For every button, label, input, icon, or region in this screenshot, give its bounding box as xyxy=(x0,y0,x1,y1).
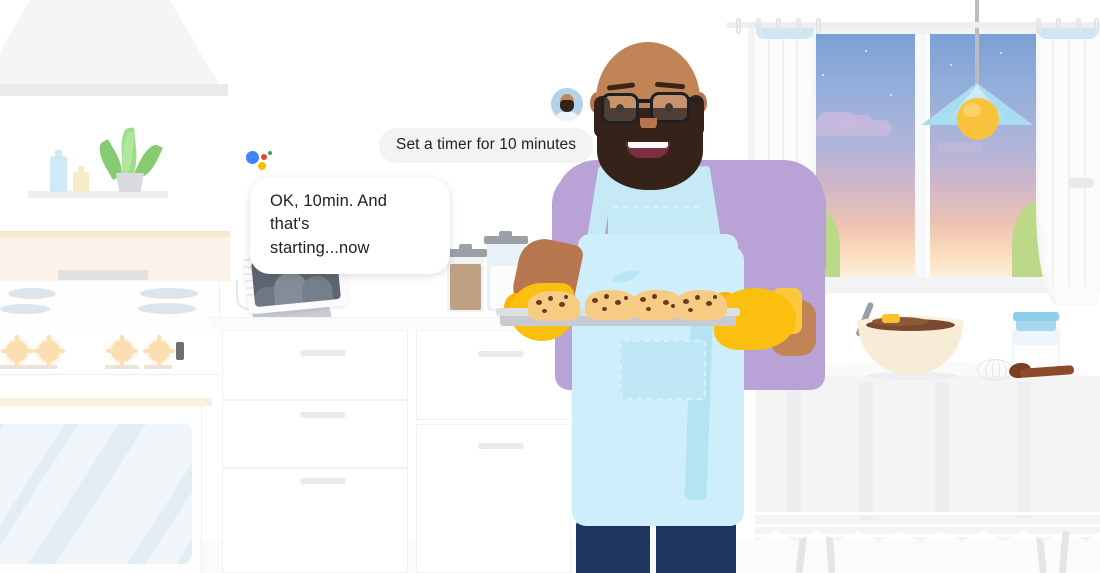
tablecloth xyxy=(755,376,1100,542)
pendant-lamp-cord xyxy=(975,0,979,85)
oven-trim xyxy=(0,398,212,406)
curtain-ring xyxy=(1036,18,1041,34)
assistant-dot-blue xyxy=(246,151,259,164)
canister-lid[interactable] xyxy=(484,236,528,244)
kitchen-shelf xyxy=(28,191,168,198)
stove-display-slot xyxy=(176,342,184,360)
stove-knob-label xyxy=(0,365,34,369)
canister-knob[interactable] xyxy=(499,231,512,237)
avatar-eye-left xyxy=(563,100,565,102)
yellow-jar-neck xyxy=(78,166,84,173)
stove-knob-label xyxy=(105,365,139,369)
butter-icon xyxy=(882,314,900,323)
cookie xyxy=(585,290,637,320)
person-moustache xyxy=(620,128,676,142)
curtain-ring xyxy=(756,18,761,34)
apron-stitching xyxy=(613,206,699,208)
cookie xyxy=(675,290,727,320)
pendant-lamp-highlight xyxy=(963,103,981,117)
canister-brown-sugar-contents xyxy=(450,264,481,310)
blue-bottle-icon xyxy=(50,156,67,192)
glasses-bridge xyxy=(638,99,651,103)
google-assistant-dots-icon xyxy=(246,149,274,171)
person-pants-right xyxy=(656,520,736,573)
curtain-rod xyxy=(726,22,1100,28)
cabinet-drawer[interactable] xyxy=(222,330,408,400)
window-mullion xyxy=(915,34,927,277)
assistant-dot-yellow xyxy=(258,162,266,170)
avatar[interactable] xyxy=(551,88,583,120)
apron-pocket xyxy=(620,340,706,400)
stove-burner xyxy=(0,304,50,314)
stove-knob[interactable] xyxy=(143,335,175,367)
avatar-eye-right xyxy=(569,100,571,102)
cookie-dough-highlight xyxy=(872,317,928,326)
stove-knob[interactable] xyxy=(106,335,138,367)
assistant-dot-green xyxy=(268,151,272,155)
stove-vent xyxy=(58,270,148,280)
cabinet-handle[interactable] xyxy=(300,478,346,484)
person-pants-left xyxy=(576,520,650,573)
avatar-beard xyxy=(560,100,574,112)
stove-knob[interactable] xyxy=(1,335,33,367)
yellow-jar-icon xyxy=(73,172,89,192)
cabinet-drawer[interactable] xyxy=(222,400,408,468)
curtain-tieback-right[interactable] xyxy=(1068,178,1094,188)
assistant-message-line-2: starting...now xyxy=(270,238,370,257)
curtain-ring xyxy=(1056,18,1061,34)
blue-bottle-neck xyxy=(55,150,62,158)
milk-jar-lid[interactable] xyxy=(1013,312,1059,321)
glasses-lens-left xyxy=(601,93,639,124)
illustration-canvas: Set a timer for 10 minutes OK, 10min. An… xyxy=(0,0,1100,573)
canister-knob[interactable] xyxy=(459,244,472,250)
curtain-ring xyxy=(776,18,781,34)
cabinet-door[interactable] xyxy=(416,330,571,420)
user-message-bubble[interactable]: Set a timer for 10 minutes xyxy=(379,128,594,163)
cookie xyxy=(528,291,580,321)
curtain-ring xyxy=(1076,18,1081,34)
cabinet-handle[interactable] xyxy=(478,351,524,357)
avatar-body xyxy=(555,112,579,120)
assistant-message-line-1: OK, 10min. And that's xyxy=(270,192,387,234)
stove-burner xyxy=(140,288,198,299)
stove-knob-label xyxy=(144,365,172,369)
stove-knob-label xyxy=(33,365,57,369)
stove-burner xyxy=(138,303,196,314)
oven-door-window[interactable] xyxy=(0,424,192,564)
curtain-ring xyxy=(816,18,821,34)
cabinet-handle[interactable] xyxy=(300,350,346,356)
canister-lid[interactable] xyxy=(444,249,487,257)
assistant-message-bubble[interactable]: OK, 10min. And that's starting...now xyxy=(250,178,450,275)
cabinet-handle[interactable] xyxy=(478,443,524,449)
curtain-ring xyxy=(736,18,741,34)
assistant-dot-red xyxy=(261,154,267,160)
cabinet-handle[interactable] xyxy=(300,412,346,418)
curtain-ring xyxy=(1094,18,1099,34)
plant-pot-icon xyxy=(116,173,144,192)
stove-knob[interactable] xyxy=(33,335,65,367)
stove-burner xyxy=(8,288,56,299)
curtain-ring xyxy=(796,18,801,34)
curtain-right[interactable] xyxy=(1036,26,1100,306)
range-hood-lip xyxy=(0,84,228,96)
